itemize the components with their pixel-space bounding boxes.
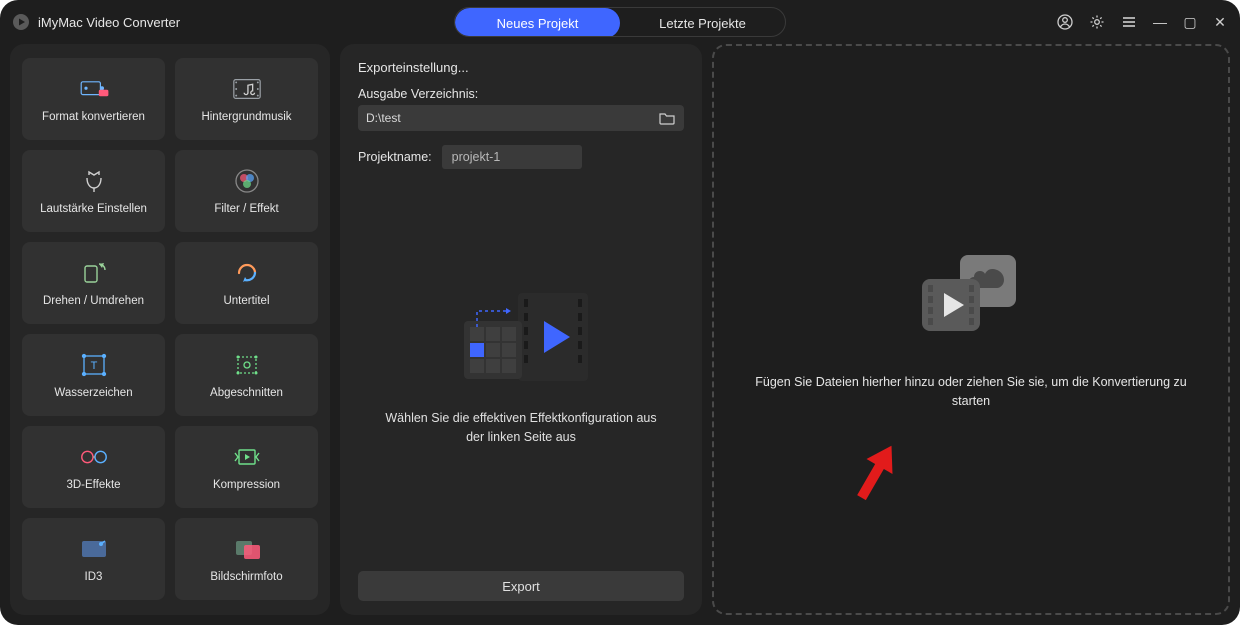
export-button[interactable]: Export — [358, 571, 684, 601]
format-convert-icon — [78, 75, 110, 103]
settings-icon[interactable] — [1088, 13, 1106, 31]
tool-filter-effect[interactable]: Filter / Effekt — [175, 150, 318, 232]
screenshot-icon — [231, 535, 263, 563]
tool-watermark[interactable]: T Wasserzeichen — [22, 334, 165, 416]
center-hint: Wählen Sie die effektiven Effektkonfigur… — [381, 409, 661, 447]
tool-background-music[interactable]: Hintergrundmusik — [175, 58, 318, 140]
tool-subtitle[interactable]: Untertitel — [175, 242, 318, 324]
app-logo-icon — [12, 13, 30, 31]
app-window: iMyMac Video Converter Neues Projekt Let… — [0, 0, 1240, 625]
export-heading: Exporteinstellung... — [358, 60, 684, 75]
tool-3d-effects[interactable]: 3D-Effekte — [22, 426, 165, 508]
tool-rotate-flip[interactable]: Drehen / Umdrehen — [22, 242, 165, 324]
output-dir-label: Ausgabe Verzeichnis: — [358, 87, 684, 101]
compression-icon — [231, 443, 263, 471]
center-illustration: Wählen Sie die effektiven Effektkonfigur… — [358, 169, 684, 561]
app-title: iMyMac Video Converter — [38, 15, 180, 30]
tab-new-project[interactable]: Neues Projekt — [455, 8, 620, 37]
menu-icon[interactable] — [1120, 13, 1138, 31]
watermark-icon: T — [78, 351, 110, 379]
output-dir-field[interactable]: D:\test — [358, 105, 684, 131]
tool-compression[interactable]: Kompression — [175, 426, 318, 508]
drop-zone-hint: Fügen Sie Dateien hierher hinzu oder zie… — [741, 373, 1201, 411]
drop-zone[interactable]: Fügen Sie Dateien hierher hinzu oder zie… — [712, 44, 1230, 615]
tool-volume[interactable]: Lautstärke Einstellen — [22, 150, 165, 232]
maximize-button[interactable]: ▢ — [1182, 14, 1198, 31]
top-tabs: Neues Projekt Letzte Projekte — [454, 7, 786, 37]
effect-config-illustration-icon — [446, 283, 596, 393]
projectname-input[interactable] — [442, 145, 582, 169]
sidebar-panel: Format konvertieren Hintergrundmusik Lau… — [10, 44, 330, 615]
drop-zone-illustration-icon — [916, 249, 1026, 339]
close-button[interactable]: ✕ — [1212, 14, 1228, 31]
volume-icon — [78, 167, 110, 195]
background-music-icon — [231, 75, 263, 103]
titlebar: iMyMac Video Converter Neues Projekt Let… — [0, 0, 1240, 44]
export-settings-panel: Exporteinstellung... Ausgabe Verzeichnis… — [340, 44, 702, 615]
filter-effect-icon — [231, 167, 263, 195]
projectname-label: Projektname: — [358, 150, 432, 164]
output-dir-value: D:\test — [366, 111, 401, 125]
tool-id3[interactable]: ID3 — [22, 518, 165, 600]
tool-format-convert[interactable]: Format konvertieren — [22, 58, 165, 140]
account-icon[interactable] — [1056, 13, 1074, 31]
tool-screenshot[interactable]: Bildschirmfoto — [175, 518, 318, 600]
minimize-button[interactable]: — — [1152, 14, 1168, 30]
id3-icon — [78, 535, 110, 563]
titlebar-controls: — ▢ ✕ — [1056, 13, 1228, 31]
main-area: Format konvertieren Hintergrundmusik Lau… — [0, 44, 1240, 625]
browse-folder-icon[interactable] — [658, 111, 676, 125]
3d-effects-icon — [78, 443, 110, 471]
tab-recent-projects[interactable]: Letzte Projekte — [620, 8, 785, 37]
annotation-arrow-icon — [831, 431, 918, 522]
tool-crop[interactable]: Abgeschnitten — [175, 334, 318, 416]
svg-text:T: T — [90, 360, 97, 372]
crop-icon — [231, 351, 263, 379]
subtitle-icon — [231, 259, 263, 287]
rotate-flip-icon — [78, 259, 110, 287]
